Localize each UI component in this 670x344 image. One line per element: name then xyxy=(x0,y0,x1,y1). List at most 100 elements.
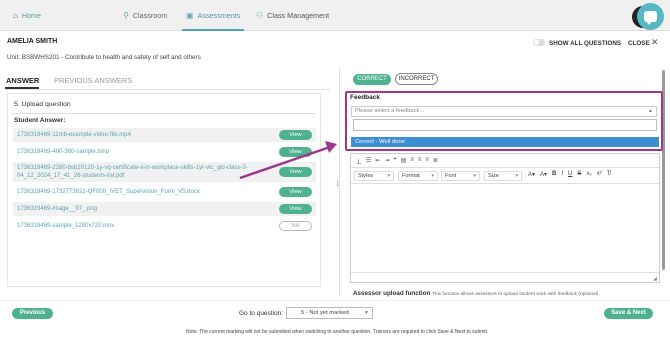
superscript-icon[interactable]: x² xyxy=(597,171,602,178)
file-row: 1736319469-1732773621-QF008_IVET_Supervi… xyxy=(13,185,316,199)
nav-assessments[interactable]: ▣ Assessments xyxy=(186,0,240,31)
goto-value: 5 - Not yet marked xyxy=(301,310,349,316)
indent-icon[interactable]: ⇥ xyxy=(384,157,389,166)
users-icon: ⚇ xyxy=(256,11,264,20)
close-icon[interactable]: ✕ xyxy=(651,37,659,48)
outdent-icon[interactable]: ⇤ xyxy=(375,157,380,166)
nav-assessments-label: Assessments xyxy=(197,11,241,20)
view-button[interactable]: View xyxy=(279,147,312,157)
font-label: Font xyxy=(445,173,457,179)
file-link[interactable]: 1736319469-sample_1280x720.mov xyxy=(17,222,114,230)
goto-question-select[interactable]: 5 - Not yet marked ▼ xyxy=(286,307,373,319)
size-label: Size xyxy=(488,173,499,179)
show-all-questions-label[interactable]: SHOW ALL QUESTIONS xyxy=(549,40,621,47)
file-link[interactable]: 1736319469-1732773621-QF008_IVET_Supervi… xyxy=(17,188,200,196)
view-button[interactable]: View xyxy=(279,204,312,214)
feedback-search-input[interactable] xyxy=(353,119,657,131)
student-name: AMELIA SMITH xyxy=(7,38,58,45)
remove-format-icon[interactable]: T̸ xyxy=(607,171,611,178)
view-button[interactable]: View xyxy=(279,167,312,177)
justify-icon[interactable]: ≣ xyxy=(433,157,438,166)
correct-button[interactable]: CORRECT xyxy=(353,74,391,85)
align-center-icon[interactable]: ≡ xyxy=(418,157,422,166)
text-color-icon[interactable]: A▾ xyxy=(528,171,535,178)
numbered-list-icon[interactable]: ⒈ xyxy=(356,157,362,166)
divider xyxy=(351,167,659,168)
feedback-option[interactable]: Correct - Well done xyxy=(351,137,659,147)
question-title: 5. Upload question xyxy=(14,101,71,108)
file-link[interactable]: 1736319469-11mb-example-video-file.mp4 xyxy=(17,131,131,139)
feedback-label: Feedback xyxy=(350,94,380,101)
chevron-down-icon: ▼ xyxy=(514,173,519,178)
nav-class-management-label: Class Management xyxy=(267,11,330,20)
chevron-down-icon: ▼ xyxy=(430,173,435,178)
editor-toolbar-row1: ⒈ ☰ ⇤ ⇥ ❞ ▤ ≡ ≡ ≡ ≣ xyxy=(356,157,438,166)
previous-button[interactable]: Previous xyxy=(12,308,53,319)
align-right-icon[interactable]: ≡ xyxy=(425,157,429,166)
div-icon[interactable]: ▤ xyxy=(401,157,407,166)
font-dropdown[interactable]: Font ▼ xyxy=(441,171,480,181)
na-button: NA xyxy=(279,221,312,231)
format-label: Format xyxy=(402,173,420,179)
tab-previous-answers[interactable]: PREVIOUS ANSWERS xyxy=(54,76,132,85)
answer-card: 5. Upload question Student Answer: 17363… xyxy=(7,93,321,287)
file-link[interactable]: 1736319469-400-360-sample.bmp xyxy=(17,148,109,156)
location-pin-icon: ⚲ xyxy=(123,11,129,20)
strikethrough-icon[interactable]: S xyxy=(577,171,581,178)
panel-divider xyxy=(339,67,340,297)
format-dropdown[interactable]: Format ▼ xyxy=(398,171,438,181)
divider xyxy=(12,113,316,114)
background-color-icon[interactable]: A▾ xyxy=(540,171,547,178)
underline-icon[interactable]: U xyxy=(568,171,572,178)
divider xyxy=(351,272,659,273)
chat-icon[interactable] xyxy=(637,3,664,30)
styles-label: Styles xyxy=(358,173,374,179)
home-icon: ⌂ xyxy=(13,11,18,20)
chevron-down-icon: ▼ xyxy=(386,173,391,178)
divider xyxy=(351,183,659,184)
bulleted-list-icon[interactable]: ☰ xyxy=(366,157,371,166)
footer-note: Note: The current marking will not be su… xyxy=(186,329,489,335)
subscript-icon[interactable]: x₂ xyxy=(586,171,591,178)
active-tab-indicator xyxy=(182,29,244,31)
file-row: 1736319469-11mb-example-video-file.mp4 V… xyxy=(13,128,316,142)
student-answer-label: Student Answer: xyxy=(14,117,66,124)
goto-label: Go to question: xyxy=(239,310,284,317)
close-button[interactable]: CLOSE xyxy=(628,40,650,47)
file-link[interactable]: 1736319469-image__97_.png xyxy=(17,205,97,213)
chevron-down-icon: ▼ xyxy=(364,310,369,316)
size-dropdown[interactable]: Size ▼ xyxy=(484,171,522,181)
upload-function: Assessor upload function This function a… xyxy=(353,290,600,297)
chevron-up-icon: ▲ xyxy=(648,108,653,114)
divider xyxy=(5,89,330,90)
incorrect-button[interactable]: INCORRECT xyxy=(395,73,438,85)
nav-home[interactable]: ⌂ Home xyxy=(13,0,41,31)
editor-resize-icon[interactable]: ◢ xyxy=(653,276,657,282)
nav-home-label: Home xyxy=(21,11,42,20)
view-button[interactable]: View xyxy=(279,130,312,140)
feedback-placeholder: Please select a feedback... xyxy=(355,108,425,114)
bold-icon[interactable]: B xyxy=(552,171,556,178)
tab-answer[interactable]: ANSWER xyxy=(6,76,39,85)
feedback-select[interactable]: Please select a feedback... ▲ xyxy=(351,106,657,117)
upload-function-desc: This function allows assessors to upload… xyxy=(432,292,600,297)
italic-icon[interactable]: I xyxy=(561,171,563,178)
align-left-icon[interactable]: ≡ xyxy=(410,157,414,166)
file-row: 1736319469-image__97_.png View xyxy=(13,202,316,216)
view-button[interactable]: View xyxy=(279,187,312,197)
file-row: 1736319469-400-360-sample.bmp View xyxy=(13,145,316,159)
file-row: 1736319469-2280-bsb20120-1y-vq-certifica… xyxy=(13,162,316,182)
nav-class-management[interactable]: ⚇ Class Management xyxy=(256,0,329,31)
file-link[interactable]: 1736319469-2280-bsb20120-1y-vq-certifica… xyxy=(17,164,257,180)
styles-dropdown[interactable]: Styles ▼ xyxy=(354,171,394,181)
nav-classroom-label: Classroom xyxy=(132,11,168,20)
divider xyxy=(0,300,670,301)
save-next-button[interactable]: Save & Next xyxy=(604,308,653,319)
assessment-icon: ▣ xyxy=(186,11,194,20)
chevron-down-icon: ▼ xyxy=(472,173,477,178)
file-row: 1736319469-sample_1280x720.mov NA xyxy=(13,219,316,233)
upload-function-title: Assessor upload function xyxy=(353,290,431,297)
blockquote-icon[interactable]: ❞ xyxy=(393,157,396,166)
nav-classroom[interactable]: ⚲ Classroom xyxy=(123,0,167,31)
show-all-toggle[interactable] xyxy=(533,39,545,46)
